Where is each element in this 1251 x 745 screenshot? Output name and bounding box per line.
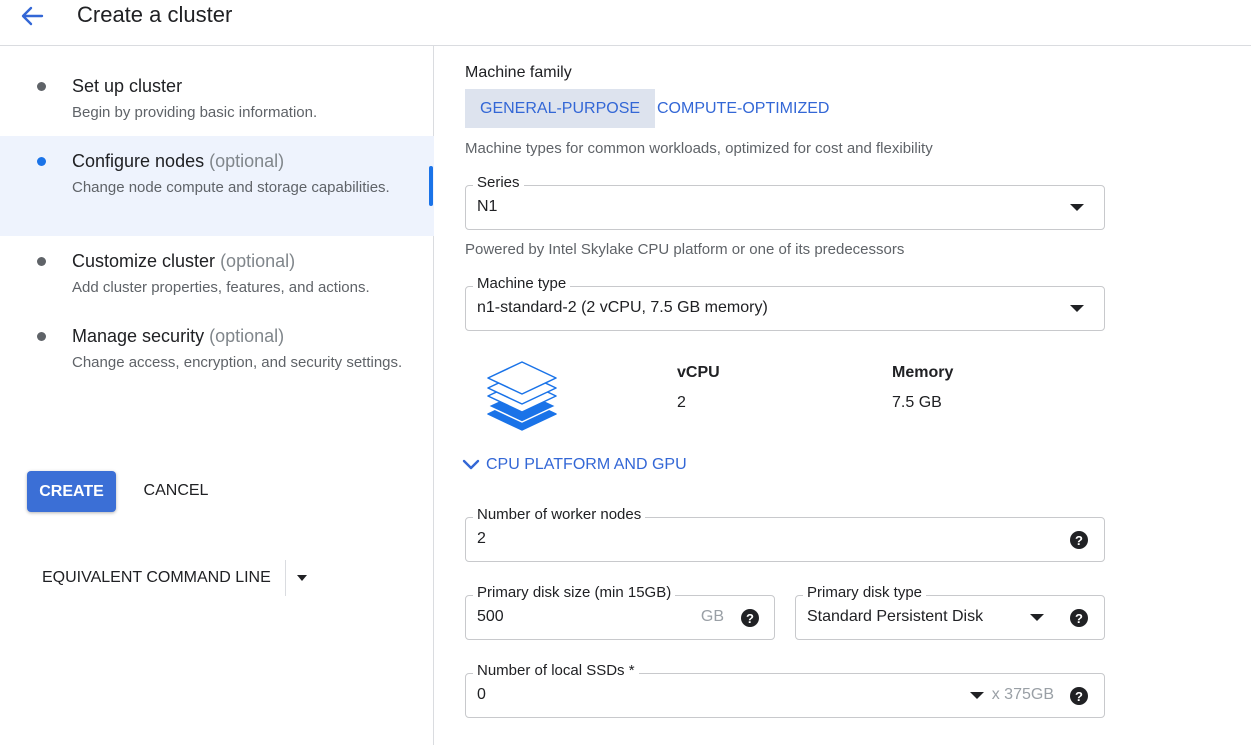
machine-family-helper: Machine types for common workloads, opti… [465,140,933,157]
arrow-back-icon[interactable] [18,2,46,30]
help-icon[interactable]: ? [1070,531,1088,549]
chevron-down-icon [462,459,480,470]
memory-label: Memory [892,364,954,381]
step-description: Change node compute and storage capabili… [72,179,390,196]
disk-size-value: 500 [477,608,504,625]
local-ssds-value: 0 [477,686,486,703]
series-value: N1 [477,198,498,215]
disk-size-unit: GB [700,608,724,625]
configure-nodes-form: Machine family GENERAL-PURPOSE COMPUTE-O… [434,46,1251,745]
vcpu-label: vCPU [677,364,720,381]
disk-type-select[interactable]: Primary disk type Standard Persistent Di… [795,584,1105,640]
series-helper: Powered by Intel Skylake CPU platform or… [465,241,905,258]
disk-size-field[interactable]: Primary disk size (min 15GB) 500 GB ? [465,584,775,640]
help-icon[interactable]: ? [1070,687,1088,705]
equivalent-command-line-button[interactable]: EQUIVALENT COMMAND LINE [28,569,285,587]
vcpu-value: 2 [677,394,686,411]
step-configure-nodes[interactable]: Configure nodes (optional) Change node c… [0,136,434,236]
tab-general-purpose[interactable]: GENERAL-PURPOSE [465,89,656,128]
machine-type-value: n1-standard-2 (2 vCPU, 7.5 GB memory) [477,299,768,316]
steps-pane: Set up cluster Begin by providing basic … [0,46,434,745]
dropdown-arrow-icon [970,692,984,699]
series-label: Series [473,174,524,191]
tab-compute-optimized[interactable]: COMPUTE-OPTIMIZED [642,89,844,128]
step-title: Configure nodes (optional) [72,151,285,171]
cancel-button[interactable]: CANCEL [130,471,222,511]
machine-type-label: Machine type [473,275,571,292]
local-ssds-select[interactable]: Number of local SSDs * 0 x 375GB ? [465,662,1105,718]
dropdown-arrow-icon [1030,614,1044,621]
step-bullet [37,157,46,166]
step-title: Customize cluster (optional) [72,251,296,271]
dropdown-arrow-icon[interactable] [286,560,318,596]
page-title: Create a cluster [77,2,233,27]
step-bullet [37,257,46,266]
machine-family-label: Machine family [465,64,572,81]
create-button[interactable]: CREATE [27,471,116,512]
dropdown-arrow-icon [1070,305,1084,312]
worker-nodes-field[interactable]: Number of worker nodes 2 ? [465,506,1105,562]
step-bullet [37,332,46,341]
machine-type-select[interactable]: Machine type n1-standard-2 (2 vCPU, 7.5 … [465,275,1105,331]
machine-stack-icon [484,356,560,443]
disk-size-label: Primary disk size (min 15GB) [473,584,676,601]
dropdown-arrow-icon [1070,204,1084,211]
step-description: Begin by providing basic information. [72,104,318,121]
step-set-up-cluster[interactable]: Set up cluster Begin by providing basic … [0,66,434,136]
memory-value: 7.5 GB [892,394,942,411]
cpu-platform-label: CPU PLATFORM AND GPU [486,456,687,473]
series-select[interactable]: Series N1 [465,174,1105,230]
step-description: Change access, encryption, and security … [72,354,403,371]
worker-nodes-label: Number of worker nodes [473,506,646,523]
active-step-indicator [429,166,433,206]
step-manage-security[interactable]: Manage security (optional) Change access… [0,311,434,401]
step-customize-cluster[interactable]: Customize cluster (optional) Add cluster… [0,236,434,311]
header: Create a cluster [0,0,1251,46]
local-ssds-suffix: x 375GB [991,686,1054,703]
help-icon[interactable]: ? [741,609,759,627]
step-bullet [37,82,46,91]
local-ssds-label: Number of local SSDs * [473,662,639,679]
disk-type-value: Standard Persistent Disk [807,608,984,625]
step-title: Set up cluster [72,76,183,96]
help-icon[interactable]: ? [1070,609,1088,627]
step-description: Add cluster properties, features, and ac… [72,279,370,296]
step-title: Manage security (optional) [72,326,285,346]
disk-type-label: Primary disk type [803,584,927,601]
worker-nodes-value: 2 [477,530,486,547]
cpu-platform-expander[interactable]: CPU PLATFORM AND GPU [462,453,687,477]
equivalent-command-line: EQUIVALENT COMMAND LINE [28,558,318,598]
